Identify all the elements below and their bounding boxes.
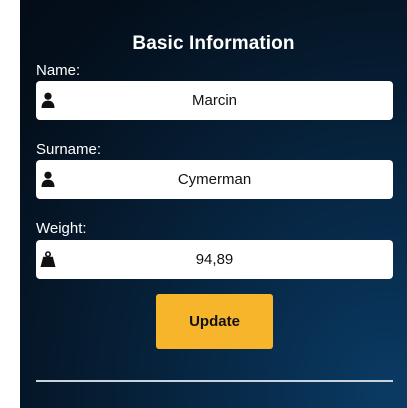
basic-info-panel: Basic Information Name: Marcin Surname: … xyxy=(20,0,407,408)
left-margin xyxy=(0,0,20,408)
divider xyxy=(36,380,393,382)
section-title: Basic Information xyxy=(132,33,295,54)
name-field[interactable]: Marcin xyxy=(36,81,393,120)
weight-field[interactable]: 94,89 xyxy=(36,240,393,279)
weight-label: Weight: xyxy=(36,220,87,237)
surname-label: Surname: xyxy=(36,141,102,158)
name-value: Marcin xyxy=(191,92,237,109)
page: Basic Information Name: Marcin Surname: … xyxy=(0,0,407,408)
weight-value: 94,89 xyxy=(195,251,234,268)
update-button[interactable]: Update xyxy=(156,294,273,349)
name-label: Name: xyxy=(36,62,81,79)
surname-field[interactable]: Cymerman xyxy=(36,160,393,199)
surname-value: Cymerman xyxy=(177,171,252,188)
